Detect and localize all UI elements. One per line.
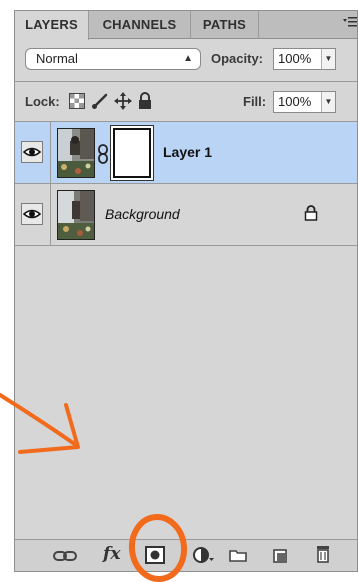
visibility-eye-icon[interactable] [21, 141, 43, 163]
blend-mode-value: Normal [36, 51, 78, 66]
opacity-label: Opacity: [211, 51, 264, 66]
lock-position-icon[interactable] [114, 92, 132, 115]
tab-paths[interactable]: PATHS [191, 11, 259, 39]
adjustment-layer-icon[interactable] [193, 546, 215, 568]
layers-panel: LAYERS CHANNELS PATHS Normal ▲ Opacity: … [14, 10, 358, 572]
layer-thumbnail[interactable] [57, 190, 95, 240]
fill-label: Fill: [243, 94, 267, 109]
panel-menu-icon[interactable] [343, 14, 357, 32]
fx-icon[interactable]: fx [103, 544, 120, 566]
layer-name[interactable]: Layer 1 [163, 144, 212, 160]
link-layers-icon[interactable] [53, 549, 77, 571]
layer-row-background[interactable]: Background [15, 184, 357, 246]
lock-image-pixels-icon[interactable] [91, 92, 109, 115]
mask-link-chain-icon[interactable] [97, 144, 109, 169]
tab-channels[interactable]: CHANNELS [89, 11, 191, 39]
visibility-eye-icon[interactable] [21, 203, 43, 225]
lock-all-icon[interactable] [137, 92, 153, 115]
layer-name[interactable]: Background [105, 206, 180, 222]
fill-value: 100% [278, 94, 312, 109]
divider [15, 81, 357, 82]
lock-transparent-pixels-icon[interactable] [69, 93, 85, 114]
tab-layers[interactable]: LAYERS [15, 11, 89, 40]
panel-tab-bar: LAYERS CHANNELS PATHS [15, 11, 357, 40]
divider [50, 122, 51, 183]
opacity-field[interactable]: 100% ▼ [273, 48, 336, 70]
blend-mode-select[interactable]: Normal ▲ [25, 48, 201, 70]
new-layer-icon[interactable] [273, 547, 289, 569]
new-group-icon[interactable] [229, 548, 247, 570]
opacity-dropdown-icon[interactable]: ▼ [321, 49, 335, 69]
add-layer-mask-icon[interactable] [145, 546, 165, 568]
layer-mask-thumbnail[interactable] [113, 128, 151, 178]
fill-field[interactable]: 100% ▼ [273, 91, 336, 113]
select-arrows-icon: ▲ [183, 53, 193, 64]
divider [50, 184, 51, 245]
layer-thumbnail[interactable] [57, 128, 95, 178]
layer-locked-icon [304, 205, 318, 226]
delete-layer-icon[interactable] [315, 545, 331, 567]
fill-dropdown-icon[interactable]: ▼ [321, 92, 335, 112]
layer-row-layer-1[interactable]: Layer 1 [15, 122, 357, 184]
lock-label: Lock: [25, 94, 60, 109]
opacity-value: 100% [278, 51, 312, 66]
layers-panel-footer: fx [15, 539, 357, 571]
